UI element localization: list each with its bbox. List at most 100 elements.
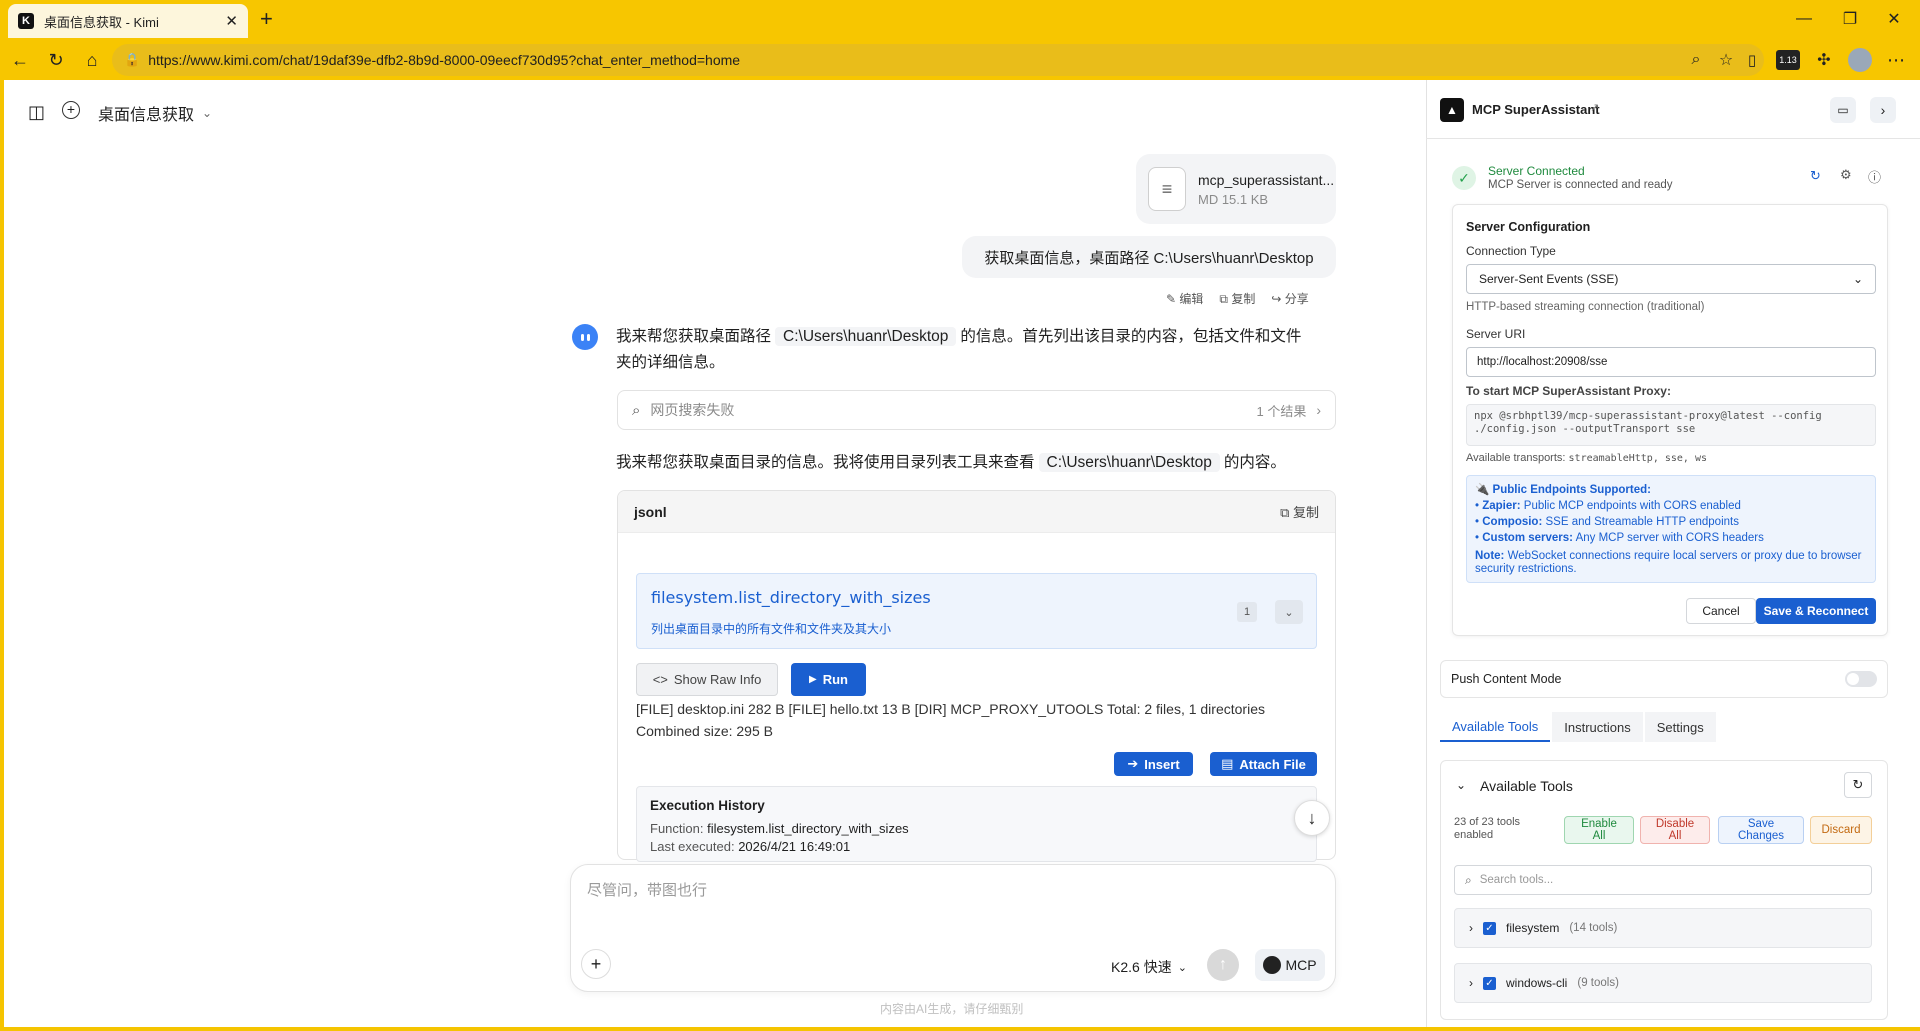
note-text: WebSocket connections require local serv… [1475,550,1862,575]
chat-title: 桌面信息获取 [98,107,195,124]
web-search-result[interactable]: ⌕ 网页搜索失败 1 个结果 › [617,390,1336,430]
history-function-label: Function: [650,821,704,836]
ep2-text: SSE and Streamable HTTP endpoints [1545,516,1739,528]
intro-text-a: 我来帮您获取桌面路径 [616,328,772,345]
back-icon[interactable]: ← [8,48,32,72]
search-icon: ⌕ [632,401,641,419]
run-button[interactable]: ▶ Run [791,663,866,696]
save-reconnect-button[interactable]: Save & Reconnect [1756,598,1876,624]
external-link-icon[interactable]: ↗ [1590,101,1599,114]
tab-settings[interactable]: Settings [1644,712,1716,742]
history-last: 2026/4/21 16:49:01 [738,839,851,854]
result-line-1: [FILE] desktop.ini 282 B [FILE] hello.tx… [636,701,1265,717]
user-message: 获取桌面信息，桌面路径 C:\Users\huanr\Desktop [962,236,1336,278]
tab-instructions[interactable]: Instructions [1552,712,1643,742]
sidebar-toggle-icon[interactable]: ◫ [28,102,45,123]
mcp-logo-icon: ▲ [1440,98,1464,122]
minimize-icon[interactable]: — [1790,8,1818,30]
intro-path-chip: C:\Users\huanr\Desktop [775,327,957,346]
code-copy-button[interactable]: ⧉ 复制 [1280,502,1319,521]
chat-title-dropdown[interactable]: 桌面信息获取 ⌄ [98,101,212,125]
tool-search-field[interactable]: ⌕ Search tools... [1454,865,1872,895]
add-attachment-button[interactable]: + [581,949,611,979]
group-checkbox-filesystem[interactable]: ✓ [1483,921,1496,935]
mcp-button[interactable]: MCP [1255,949,1325,981]
refresh-tools-icon[interactable]: ↻ [1844,772,1872,798]
code-copy-label: 复制 [1292,505,1319,520]
refresh-icon[interactable]: ↻ [1810,168,1821,184]
copy-action[interactable]: ⧉ 复制 [1219,290,1255,307]
tool-group-windows-cli[interactable]: › ✓ windows-cli (9 tools) [1454,963,1872,1003]
cancel-button[interactable]: Cancel [1686,598,1756,624]
group-name-filesystem: filesystem [1506,921,1560,935]
panel-tabs: Available Tools Instructions Settings [1440,712,1716,742]
attach-file-button[interactable]: ▤ Attach File [1210,752,1317,776]
endpoint-note: Note: WebSocket connections require loca… [1475,550,1867,576]
code-lang: jsonl [634,503,667,520]
url-text: https://www.kimi.com/chat/19daf39e-dfb2-… [148,52,741,68]
zoom-icon[interactable]: ⌕ [1684,48,1708,72]
endpoints-title-row: 🔌 Public Endpoints Supported: [1475,482,1867,498]
extension-badge[interactable]: 1.13 [1776,50,1800,70]
push-mode-toggle[interactable] [1845,671,1877,687]
disable-all-button[interactable]: Disable All [1640,816,1710,844]
minimize-panel-icon[interactable]: ▭ [1830,97,1856,123]
close-tab-icon[interactable]: ✕ [225,12,238,30]
reading-view-icon[interactable]: ▯ [1740,48,1764,72]
info-icon[interactable]: ⓘ [1868,167,1881,186]
discard-button[interactable]: Discard [1810,816,1872,844]
show-raw-info-button[interactable]: <> Show Raw Info [636,663,778,696]
share-icon: ↪ [1271,292,1282,306]
document-icon: ≡ [1148,167,1186,211]
enable-all-button[interactable]: Enable All [1564,816,1634,844]
home-icon[interactable]: ⌂ [80,48,104,72]
collapse-panel-icon[interactable]: › [1870,97,1896,123]
insert-button[interactable]: ➔ Insert [1114,752,1193,776]
reload-icon[interactable]: ↻ [44,48,68,72]
tool-group-filesystem[interactable]: › ✓ filesystem (14 tools) [1454,908,1872,948]
assistant-message-1: 我来帮您获取桌面路径 C:\Users\huanr\Desktop 的信息。首先列出… [616,324,1336,376]
more-menu-icon[interactable]: ⋯ [1884,48,1908,72]
search-failed-label: 网页搜索失败 [650,402,735,418]
scroll-down-button[interactable]: ↓ [1294,800,1330,836]
group-checkbox-windows-cli[interactable]: ✓ [1483,976,1496,990]
conn-type-select[interactable]: Server-Sent Events (SSE) ⌄ [1466,264,1876,294]
edit-action[interactable]: ✎ 编辑 [1166,290,1203,307]
model-selector[interactable]: K2.6 快速 ⌄ [1111,957,1187,977]
copy-icon: ⧉ [1280,505,1290,520]
browser-tab[interactable]: K 桌面信息获取 - Kimi ✕ [8,4,248,38]
settings-gear-icon[interactable]: ⚙ [1840,167,1852,183]
tab-title: 桌面信息获取 - Kimi [44,14,159,30]
model-label: K2.6 快速 [1111,959,1172,975]
restore-icon[interactable]: ❐ [1836,8,1864,30]
favorite-star-icon[interactable]: ☆ [1714,48,1738,72]
close-window-icon[interactable]: ✕ [1880,8,1908,30]
address-bar[interactable]: 🔒 https://www.kimi.com/chat/19daf39e-dfb… [112,44,1764,76]
group-count-windows-cli: (9 tools) [1577,977,1619,989]
uri-label: Server URI [1466,327,1526,341]
push-content-row: Push Content Mode [1440,660,1888,698]
transports-line: Available transports: streamableHttp, ss… [1466,452,1707,464]
tool-expand-button[interactable]: ⌄ [1275,600,1303,624]
collapse-tools-icon[interactable]: ⌄ [1456,778,1466,792]
conn-type-label: Connection Type [1466,244,1556,258]
save-changes-button[interactable]: Save Changes [1718,816,1804,844]
insert-label: Insert [1144,756,1180,772]
chevron-right-icon: › [1469,921,1473,935]
file-attachment[interactable]: ≡ mcp_superassistant... MD 15.1 KB [1136,154,1336,224]
second-text-b: 的内容。 [1223,454,1286,471]
chat-input-placeholder: 尽管问，带图也行 [587,882,708,899]
mcp-logo-icon [1263,956,1282,974]
mcp-label: MCP [1285,957,1317,973]
tab-available-tools[interactable]: Available Tools [1440,712,1551,742]
chevron-down-icon: ⌄ [202,106,213,120]
server-uri-input[interactable]: http://localhost:20908/sse [1466,347,1876,377]
chat-input-box[interactable]: 尽管问，带图也行 + K2.6 快速 ⌄ ↑ MCP [570,864,1336,992]
share-action[interactable]: ↪ 分享 [1271,290,1308,307]
profile-avatar[interactable] [1848,48,1872,72]
send-button[interactable]: ↑ [1207,949,1239,981]
new-tab-button[interactable]: + [260,6,273,32]
new-chat-icon[interactable]: + [62,101,80,119]
proxy-command[interactable]: npx @srbhptl39/mcp-superassistant-proxy@… [1466,404,1876,446]
extensions-puzzle-icon[interactable]: ✣ [1812,48,1836,72]
